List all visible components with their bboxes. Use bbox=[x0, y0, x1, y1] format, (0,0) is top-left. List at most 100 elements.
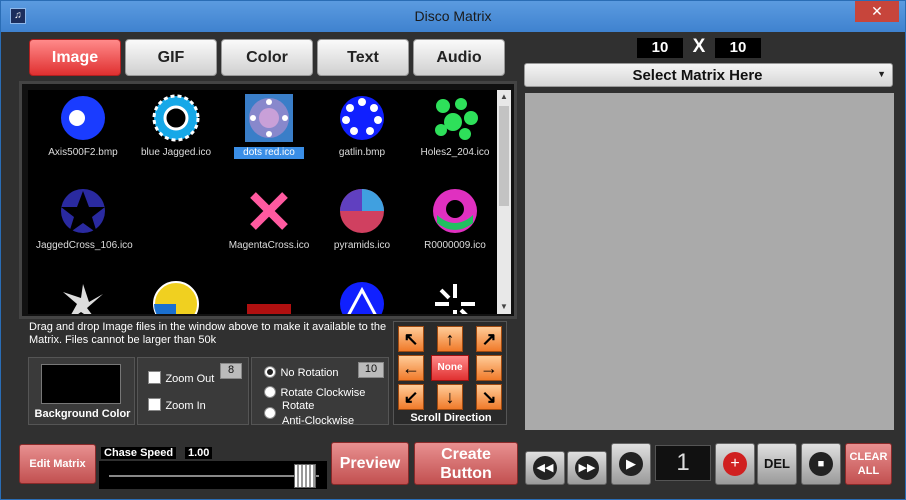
tab-audio[interactable]: Audio bbox=[413, 39, 505, 76]
chase-speed-value: 1.00 bbox=[185, 447, 213, 459]
scroll-up-icon[interactable]: ▲ bbox=[497, 90, 511, 104]
no-rotation-option[interactable]: No Rotation bbox=[264, 363, 339, 381]
matrix-x-label: X bbox=[692, 36, 706, 57]
gallery-item[interactable] bbox=[315, 276, 409, 314]
play-button[interactable]: ▶ bbox=[611, 443, 651, 485]
arrow-up-right-icon[interactable]: ↗ bbox=[476, 326, 502, 352]
scroll-thumb[interactable] bbox=[499, 106, 509, 206]
dots-red-image-icon bbox=[245, 94, 293, 142]
rewind-button[interactable]: ◀◀ bbox=[525, 451, 565, 485]
image-gallery[interactable]: Axis500F2.bmp blue Jagged.ico dots red.i… bbox=[19, 81, 517, 319]
gallery-item-label: gatlin.bmp bbox=[338, 147, 386, 158]
slider-thumb[interactable] bbox=[294, 464, 316, 488]
gallery-item-label: JaggedCross_106.ico bbox=[36, 240, 133, 251]
no-rotation-radio[interactable] bbox=[264, 365, 276, 378]
scroll-direction-label: Scroll Direction bbox=[410, 412, 492, 424]
zoom-out-option[interactable]: Zoom Out bbox=[148, 369, 214, 387]
drag-drop-info: Drag and drop Image files in the window … bbox=[29, 321, 387, 346]
tab-color[interactable]: Color bbox=[221, 39, 313, 76]
clear-all-button[interactable]: CLEAR ALL bbox=[845, 443, 892, 485]
gallery-item[interactable]: blue Jagged.ico bbox=[129, 90, 223, 180]
select-matrix-dropdown[interactable]: Select Matrix Here ▼ bbox=[524, 63, 893, 87]
tab-image[interactable]: Image bbox=[29, 39, 121, 76]
gallery-item[interactable]: Holes2_204.ico bbox=[408, 90, 500, 180]
scroll-none-button[interactable]: None bbox=[431, 355, 469, 381]
gallery-item[interactable] bbox=[222, 276, 316, 314]
gallery-item[interactable] bbox=[129, 276, 223, 314]
chase-speed-label: Chase Speed bbox=[101, 447, 177, 459]
gallery-scrollbar[interactable]: ▲ ▼ bbox=[497, 90, 511, 314]
rotate-anticlockwise-radio[interactable] bbox=[264, 406, 276, 419]
rotate-clockwise-radio[interactable] bbox=[264, 385, 276, 398]
gallery-item[interactable]: dots red.ico bbox=[222, 90, 316, 180]
gallery-item[interactable] bbox=[36, 276, 130, 314]
blue-jagged-image-icon bbox=[152, 94, 200, 142]
rewind-icon: ◀◀ bbox=[533, 456, 557, 480]
zoom-in-label: Zoom In bbox=[165, 400, 206, 412]
zoom-out-label: Zoom Out bbox=[165, 373, 215, 385]
rotation-value[interactable]: 10 bbox=[358, 362, 384, 378]
gallery-item-label: pyramids.ico bbox=[333, 240, 391, 251]
gallery-item-label: blue Jagged.ico bbox=[140, 147, 212, 158]
gallery-item[interactable] bbox=[408, 276, 500, 314]
arrow-down-icon[interactable]: ↓ bbox=[437, 384, 463, 410]
tab-text[interactable]: Text bbox=[317, 39, 409, 76]
gatlin-image-icon bbox=[338, 94, 386, 142]
gallery-item-label: R0000009.ico bbox=[424, 240, 486, 251]
app-window: ♫ Disco Matrix ✕ Image GIF Color Text Au… bbox=[0, 0, 906, 500]
zoom-out-checkbox[interactable] bbox=[148, 371, 161, 385]
gallery-item[interactable]: pyramids.ico bbox=[315, 183, 409, 273]
gallery-item[interactable]: JaggedCross_106.ico bbox=[36, 183, 133, 273]
rotate-anticlockwise-option[interactable] bbox=[264, 404, 276, 422]
add-frame-button[interactable]: + bbox=[715, 443, 755, 485]
magenta-cross-image-icon bbox=[245, 187, 293, 235]
preview-button[interactable]: Preview bbox=[331, 442, 409, 485]
arrow-down-right-icon[interactable]: ↘ bbox=[476, 384, 502, 410]
blue-triangle-image-icon bbox=[338, 280, 386, 314]
matrix-width-field[interactable]: 10 bbox=[637, 38, 683, 58]
jagged-cross-image-icon bbox=[59, 187, 107, 235]
stop-icon: ■ bbox=[809, 452, 833, 476]
edit-matrix-button[interactable]: Edit Matrix bbox=[19, 444, 96, 484]
starburst-image-icon bbox=[431, 280, 479, 314]
fast-forward-button[interactable]: ▶▶ bbox=[567, 451, 607, 485]
arrow-up-icon[interactable]: ↑ bbox=[437, 326, 463, 352]
delete-button[interactable]: DEL bbox=[757, 443, 797, 485]
gallery-item[interactable]: gatlin.bmp bbox=[315, 90, 409, 180]
clear-label-1: CLEAR bbox=[849, 451, 888, 463]
pinwheel-image-icon bbox=[59, 280, 107, 314]
arrow-down-left-icon[interactable]: ↙ bbox=[398, 384, 424, 410]
matrix-height-field[interactable]: 10 bbox=[715, 38, 761, 58]
stop-button[interactable]: ■ bbox=[801, 443, 841, 485]
zoom-value[interactable]: 8 bbox=[220, 363, 242, 379]
yellow-fan-image-icon bbox=[152, 280, 200, 314]
matrix-preview-area[interactable] bbox=[525, 93, 894, 430]
arrow-up-left-icon[interactable]: ↖ bbox=[398, 326, 424, 352]
zoom-in-checkbox[interactable] bbox=[148, 398, 161, 412]
background-color-label: Background Color bbox=[34, 408, 131, 420]
rotation-panel: No Rotation 10 Rotate Clockwise Rotate An… bbox=[251, 357, 389, 427]
create-button-label-1: Create bbox=[441, 446, 491, 463]
scroll-down-icon[interactable]: ▼ bbox=[497, 300, 511, 314]
arrow-left-icon[interactable]: ← bbox=[398, 355, 424, 381]
gallery-item-label: Axis500F2.bmp bbox=[48, 147, 118, 158]
scroll-direction-panel: ↖ ↑ ↗ ← None → ↙ ↓ ↘ Scroll Direction bbox=[393, 321, 507, 425]
background-color-panel: Background Color bbox=[28, 357, 135, 425]
no-rotation-label: No Rotation bbox=[280, 367, 339, 379]
tab-gif[interactable]: GIF bbox=[125, 39, 217, 76]
gallery-item[interactable]: MagentaCross.ico bbox=[222, 183, 316, 273]
background-color-swatch[interactable] bbox=[41, 364, 121, 404]
arrow-right-icon[interactable]: → bbox=[476, 355, 502, 381]
chase-speed-slider[interactable] bbox=[99, 461, 327, 489]
zoom-in-option[interactable]: Zoom In bbox=[148, 396, 206, 414]
gallery-grid: Axis500F2.bmp blue Jagged.ico dots red.i… bbox=[28, 90, 500, 314]
clear-label-2: ALL bbox=[857, 465, 880, 477]
create-button[interactable]: Create Button bbox=[414, 442, 518, 485]
gallery-item[interactable]: R0000009.ico bbox=[408, 183, 500, 273]
slider-track bbox=[109, 475, 319, 477]
red-fire-image-icon bbox=[245, 280, 293, 314]
gallery-item[interactable]: Axis500F2.bmp bbox=[36, 90, 130, 180]
close-button[interactable]: ✕ bbox=[855, 1, 899, 22]
chevron-down-icon[interactable]: ▼ bbox=[877, 69, 886, 79]
r0000009-image-icon bbox=[431, 187, 479, 235]
